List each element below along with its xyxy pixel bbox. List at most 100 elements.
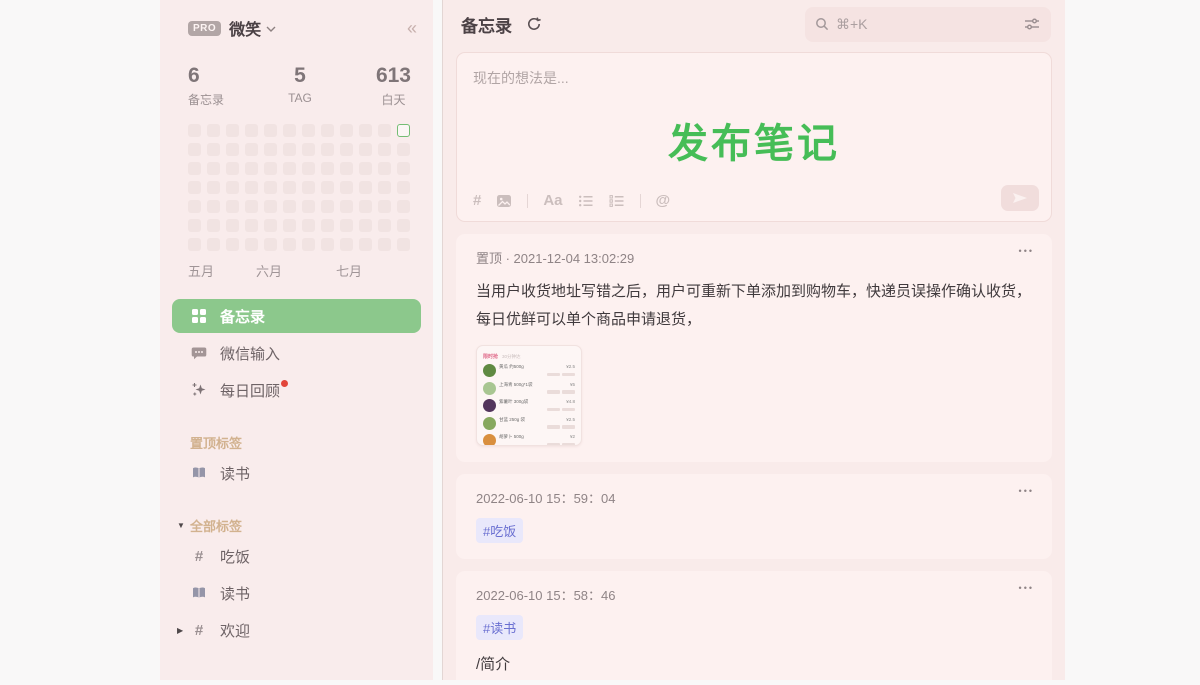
heatmap-cell[interactable]	[340, 162, 353, 175]
heatmap-cell[interactable]	[245, 124, 258, 137]
heatmap-cell[interactable]	[302, 143, 315, 156]
heatmap-cell[interactable]	[397, 219, 410, 232]
heatmap-cell[interactable]	[188, 238, 201, 251]
heatmap-cell[interactable]	[264, 143, 277, 156]
heatmap-cell[interactable]	[321, 238, 334, 251]
sidebar-item-trash[interactable]: 回收站	[172, 673, 421, 680]
heatmap-cell[interactable]	[378, 238, 391, 251]
heatmap-cell[interactable]	[302, 238, 315, 251]
ordered-list-button[interactable]	[609, 194, 625, 208]
refresh-icon[interactable]	[526, 16, 542, 32]
heatmap-cell[interactable]	[245, 238, 258, 251]
heatmap-cell[interactable]	[302, 162, 315, 175]
heatmap-cell[interactable]	[245, 200, 258, 213]
heatmap-cell[interactable]	[283, 143, 296, 156]
heatmap-cell[interactable]	[226, 219, 239, 232]
heatmap-cell[interactable]	[321, 181, 334, 194]
heatmap-cell[interactable]	[378, 219, 391, 232]
heatmap-cell[interactable]	[359, 181, 372, 194]
caret-right-icon[interactable]: ▶	[177, 626, 183, 635]
mention-button[interactable]: @	[656, 192, 671, 209]
heatmap-cell[interactable]	[359, 219, 372, 232]
heatmap-cell[interactable]	[207, 200, 220, 213]
tag-chip-eating[interactable]: #吃饭	[476, 518, 523, 543]
heatmap-cell[interactable]	[340, 219, 353, 232]
heatmap-cell[interactable]	[283, 124, 296, 137]
heatmap-cell[interactable]	[188, 143, 201, 156]
heatmap-cell[interactable]	[359, 162, 372, 175]
heatmap-cell[interactable]	[302, 219, 315, 232]
heatmap-cell[interactable]	[245, 162, 258, 175]
heatmap-cell[interactable]	[321, 143, 334, 156]
heatmap-cell[interactable]	[340, 238, 353, 251]
heatmap-cell[interactable]	[188, 162, 201, 175]
heatmap-cell[interactable]	[340, 143, 353, 156]
heatmap-cell[interactable]	[378, 162, 391, 175]
heatmap-cell[interactable]	[188, 181, 201, 194]
heatmap-cell[interactable]	[188, 219, 201, 232]
heatmap-cell[interactable]	[397, 181, 410, 194]
heatmap-cell[interactable]	[264, 162, 277, 175]
heatmap-cell[interactable]	[359, 200, 372, 213]
sidebar-tag-eating[interactable]: # 吃饭	[172, 539, 421, 573]
send-button[interactable]	[1001, 185, 1039, 211]
heatmap-cell[interactable]	[302, 181, 315, 194]
heatmap-cell[interactable]	[226, 124, 239, 137]
heatmap-cell[interactable]	[359, 124, 372, 137]
heatmap-cell[interactable]	[397, 200, 410, 213]
heatmap-cell[interactable]	[340, 124, 353, 137]
more-options-button[interactable]: •••	[1019, 583, 1034, 593]
sidebar-item-memos[interactable]: 备忘录	[172, 299, 421, 333]
heatmap-cell[interactable]	[321, 162, 334, 175]
heatmap-cell[interactable]	[302, 124, 315, 137]
sidebar-tag-reading[interactable]: 读书	[172, 576, 421, 610]
heatmap-cell[interactable]	[245, 181, 258, 194]
heatmap-cell[interactable]	[397, 238, 410, 251]
heatmap-cell[interactable]	[378, 124, 391, 137]
heatmap-cell[interactable]	[397, 162, 410, 175]
heatmap-cell[interactable]	[283, 200, 296, 213]
heatmap-cell[interactable]	[226, 181, 239, 194]
search-input[interactable]: ⌘+K	[805, 7, 1051, 42]
heatmap-cell[interactable]	[264, 124, 277, 137]
sidebar-item-daily-review[interactable]: 每日回顾	[172, 373, 421, 407]
heatmap-cell[interactable]	[283, 238, 296, 251]
heatmap-cell[interactable]	[226, 162, 239, 175]
heatmap-cell[interactable]	[340, 200, 353, 213]
bullet-list-button[interactable]	[578, 194, 594, 208]
sidebar-item-wechat-input[interactable]: 微信输入	[172, 336, 421, 370]
insert-image-button[interactable]	[496, 194, 512, 208]
all-tags-header[interactable]: ▼ 全部标签	[160, 516, 433, 535]
text-format-button[interactable]: Aa	[543, 192, 562, 209]
heatmap-cell[interactable]	[378, 143, 391, 156]
heatmap-cell[interactable]	[264, 219, 277, 232]
heatmap-cell[interactable]	[264, 181, 277, 194]
heatmap-cell[interactable]	[321, 124, 334, 137]
more-options-button[interactable]: •••	[1019, 246, 1034, 256]
heatmap-cell[interactable]	[302, 200, 315, 213]
heatmap-cell[interactable]	[397, 143, 410, 156]
heatmap-cell[interactable]	[283, 219, 296, 232]
heatmap-cell[interactable]	[188, 200, 201, 213]
username[interactable]: 微笑	[229, 16, 261, 40]
caret-down-icon[interactable]: ▼	[177, 521, 190, 530]
sidebar-tag-welcome[interactable]: ▶ # 欢迎	[172, 613, 421, 647]
heatmap-cell[interactable]	[321, 219, 334, 232]
hash-tag-button[interactable]: #	[473, 192, 481, 209]
heatmap-cell[interactable]	[397, 124, 410, 137]
sidebar-tag-pinned-reading[interactable]: 读书	[172, 456, 421, 490]
heatmap-cell[interactable]	[188, 124, 201, 137]
heatmap-cell[interactable]	[226, 200, 239, 213]
heatmap-cell[interactable]	[340, 181, 353, 194]
heatmap-cell[interactable]	[378, 181, 391, 194]
tag-chip-reading[interactable]: #读书	[476, 615, 523, 640]
heatmap-cell[interactable]	[283, 181, 296, 194]
heatmap-cell[interactable]	[207, 238, 220, 251]
memo-image-thumbnail[interactable]: 限时抢 30分钟达 黄瓜 约500g¥2.5上海青 500g*1袋¥5紫薯叶 3…	[476, 345, 582, 446]
heatmap-cell[interactable]	[207, 124, 220, 137]
more-options-button[interactable]: •••	[1019, 486, 1034, 496]
heatmap-cell[interactable]	[359, 238, 372, 251]
filter-sliders-icon[interactable]	[1023, 16, 1041, 32]
heatmap-cell[interactable]	[207, 162, 220, 175]
heatmap-cell[interactable]	[264, 238, 277, 251]
